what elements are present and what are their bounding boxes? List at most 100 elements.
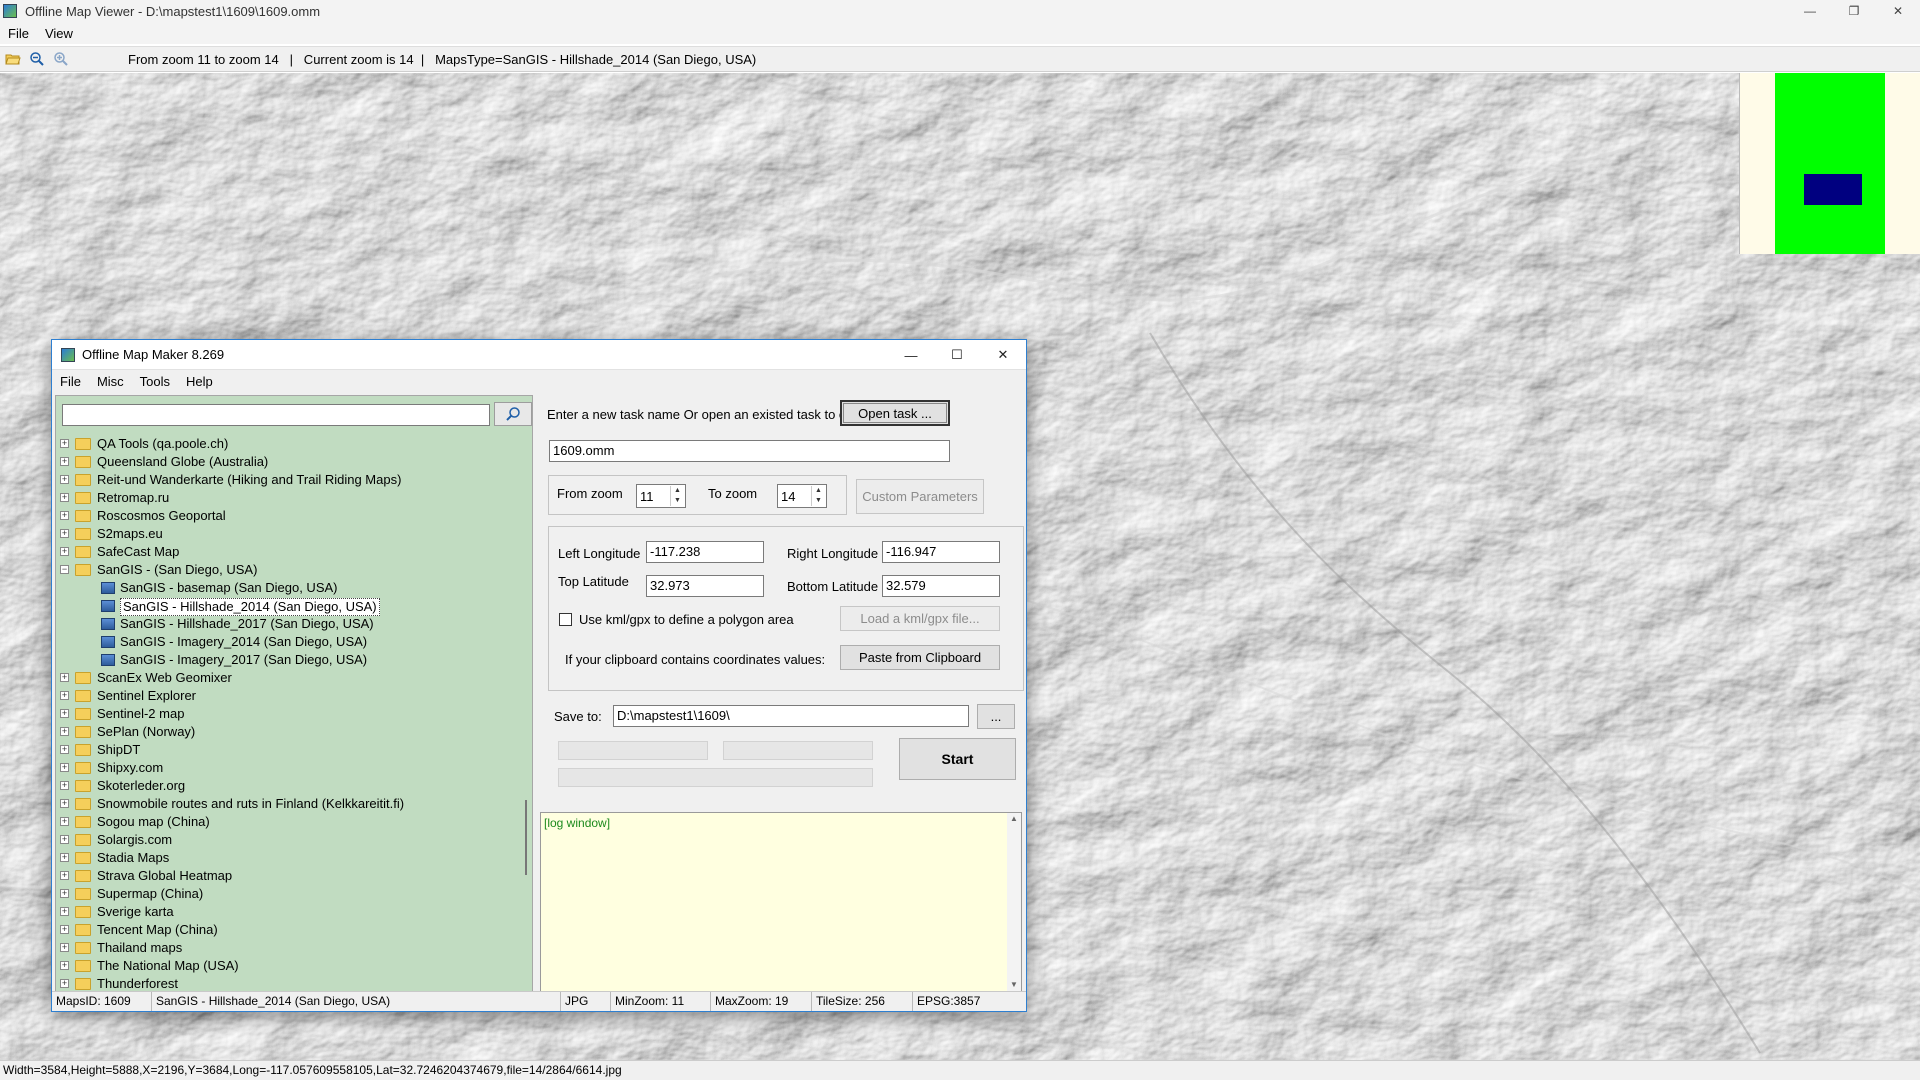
to-zoom-up-icon[interactable]: ▲ xyxy=(812,486,825,496)
tree-folder-item[interactable]: + Sentinel Explorer xyxy=(58,687,526,705)
open-folder-button[interactable] xyxy=(2,48,24,70)
expand-icon[interactable]: + xyxy=(60,853,69,862)
dialog-minimize-button[interactable]: — xyxy=(888,340,934,370)
tree-folder-item[interactable]: + Strava Global Heatmap xyxy=(58,867,526,885)
expand-icon[interactable]: + xyxy=(60,709,69,718)
task-name-input[interactable]: 1609.omm xyxy=(549,440,950,462)
tree-folder-item[interactable]: + Snowmobile routes and ruts in Finland (… xyxy=(58,795,526,813)
open-task-button[interactable]: Open task ... xyxy=(840,400,950,426)
collapse-icon[interactable]: − xyxy=(60,565,69,574)
to-zoom-down-icon[interactable]: ▼ xyxy=(812,496,825,506)
expand-icon[interactable]: + xyxy=(60,979,69,988)
browse-button[interactable]: ... xyxy=(977,704,1015,729)
left-longitude-input[interactable]: -117.238 xyxy=(646,541,764,563)
dialog-menu-misc[interactable]: Misc xyxy=(89,374,132,389)
from-zoom-up-icon[interactable]: ▲ xyxy=(671,486,684,496)
zoom-in-button[interactable] xyxy=(50,48,72,70)
tree-folder-item[interactable]: + QA Tools (qa.poole.ch) xyxy=(58,435,526,453)
restore-button[interactable]: ❐ xyxy=(1832,0,1876,22)
scroll-up-icon[interactable]: ▲ xyxy=(1007,813,1021,825)
expand-icon[interactable]: + xyxy=(60,835,69,844)
expand-icon[interactable]: + xyxy=(60,961,69,970)
expand-icon[interactable]: + xyxy=(60,799,69,808)
tree-folder-item[interactable]: + Supermap (China) xyxy=(58,885,526,903)
from-zoom-stepper[interactable]: 11 ▲ ▼ xyxy=(636,484,686,508)
tree-map-item[interactable]: SanGIS - Imagery_2017 (San Diego, USA) xyxy=(58,651,526,669)
kml-polygon-checkbox[interactable] xyxy=(559,613,572,626)
menu-file[interactable]: File xyxy=(0,26,37,41)
log-window[interactable]: [log window] ▲ ▼ xyxy=(540,812,1022,992)
tree-folder-item[interactable]: + Thailand maps xyxy=(58,939,526,957)
tree-folder-item[interactable]: + Roscosmos Geoportal xyxy=(58,507,526,525)
expand-icon[interactable]: + xyxy=(60,439,69,448)
tree-folder-item[interactable]: − SanGIS - (San Diego, USA) xyxy=(58,561,526,579)
expand-icon[interactable]: + xyxy=(60,475,69,484)
dialog-close-button[interactable]: ✕ xyxy=(980,340,1026,370)
tree-scrollbar[interactable] xyxy=(522,435,532,993)
expand-icon[interactable]: + xyxy=(60,943,69,952)
tree-folder-item[interactable]: + ShipDT xyxy=(58,741,526,759)
to-zoom-stepper[interactable]: 14 ▲ ▼ xyxy=(777,484,827,508)
scroll-down-icon[interactable]: ▼ xyxy=(1007,979,1021,991)
overview-viewport[interactable] xyxy=(1804,174,1862,205)
tree-folder-item[interactable]: + Shipxy.com xyxy=(58,759,526,777)
tree-folder-item[interactable]: + Tencent Map (China) xyxy=(58,921,526,939)
tree-folder-item[interactable]: + ScanEx Web Geomixer xyxy=(58,669,526,687)
tree-map-item[interactable]: SanGIS - Imagery_2014 (San Diego, USA) xyxy=(58,633,526,651)
expand-icon[interactable]: + xyxy=(60,745,69,754)
expand-icon[interactable]: + xyxy=(60,727,69,736)
tree-folder-item[interactable]: + Solargis.com xyxy=(58,831,526,849)
expand-icon[interactable]: + xyxy=(60,493,69,502)
expand-icon[interactable]: + xyxy=(60,457,69,466)
dialog-maximize-button[interactable]: ☐ xyxy=(934,340,980,370)
tree-folder-item[interactable]: + SafeCast Map xyxy=(58,543,526,561)
from-zoom-down-icon[interactable]: ▼ xyxy=(671,496,684,506)
tree-folder-item[interactable]: + Queensland Globe (Australia) xyxy=(58,453,526,471)
expand-icon[interactable]: + xyxy=(60,529,69,538)
tree-map-item[interactable]: SanGIS - Hillshade_2017 (San Diego, USA) xyxy=(58,615,526,633)
tree-folder-item[interactable]: + S2maps.eu xyxy=(58,525,526,543)
overview-minimap[interactable] xyxy=(1739,73,1920,254)
top-latitude-input[interactable]: 32.973 xyxy=(646,575,764,597)
tree-folder-item[interactable]: + The National Map (USA) xyxy=(58,957,526,975)
load-kml-button[interactable]: Load a kml/gpx file... xyxy=(840,606,1000,631)
tree-folder-item[interactable]: + Retromap.ru xyxy=(58,489,526,507)
custom-parameters-button[interactable]: Custom Parameters xyxy=(856,479,984,514)
expand-icon[interactable]: + xyxy=(60,817,69,826)
dialog-menu-file[interactable]: File xyxy=(52,374,89,389)
expand-icon[interactable]: + xyxy=(60,781,69,790)
tree-folder-item[interactable]: + Skoterleder.org xyxy=(58,777,526,795)
tree-folder-item[interactable]: + Sentinel-2 map xyxy=(58,705,526,723)
start-button[interactable]: Start xyxy=(899,738,1016,780)
tree-folder-item[interactable]: + Sogou map (China) xyxy=(58,813,526,831)
right-longitude-input[interactable]: -116.947 xyxy=(882,541,1000,563)
expand-icon[interactable]: + xyxy=(60,691,69,700)
dialog-menu-tools[interactable]: Tools xyxy=(132,374,178,389)
save-path-input[interactable]: D:\mapstest1\1609\ xyxy=(613,705,969,727)
tree-folder-item[interactable]: + Sverige karta xyxy=(58,903,526,921)
dialog-menu-help[interactable]: Help xyxy=(178,374,221,389)
tree-map-item[interactable]: SanGIS - Hillshade_2014 (San Diego, USA) xyxy=(58,597,526,616)
expand-icon[interactable]: + xyxy=(60,925,69,934)
expand-icon[interactable]: + xyxy=(60,889,69,898)
zoom-out-button[interactable] xyxy=(26,48,48,70)
map-search-input[interactable] xyxy=(62,404,490,426)
expand-icon[interactable]: + xyxy=(60,907,69,916)
paste-clipboard-button[interactable]: Paste from Clipboard xyxy=(840,645,1000,670)
expand-icon[interactable]: + xyxy=(60,871,69,880)
menu-view[interactable]: View xyxy=(37,26,81,41)
resize-grip-icon[interactable] xyxy=(1003,992,1026,1011)
bottom-latitude-input[interactable]: 32.579 xyxy=(882,575,1000,597)
search-button[interactable] xyxy=(494,402,532,426)
tree-folder-item[interactable]: + SePlan (Norway) xyxy=(58,723,526,741)
tree-folder-item[interactable]: + Stadia Maps xyxy=(58,849,526,867)
expand-icon[interactable]: + xyxy=(60,673,69,682)
expand-icon[interactable]: + xyxy=(60,511,69,520)
tree-map-item[interactable]: SanGIS - basemap (San Diego, USA) xyxy=(58,579,526,597)
expand-icon[interactable]: + xyxy=(60,763,69,772)
expand-icon[interactable]: + xyxy=(60,547,69,556)
tree-scroll-thumb[interactable] xyxy=(525,800,527,875)
log-scrollbar[interactable]: ▲ ▼ xyxy=(1007,813,1021,991)
minimize-button[interactable]: — xyxy=(1788,0,1832,22)
tree-folder-item[interactable]: + Reit-und Wanderkarte (Hiking and Trail … xyxy=(58,471,526,489)
